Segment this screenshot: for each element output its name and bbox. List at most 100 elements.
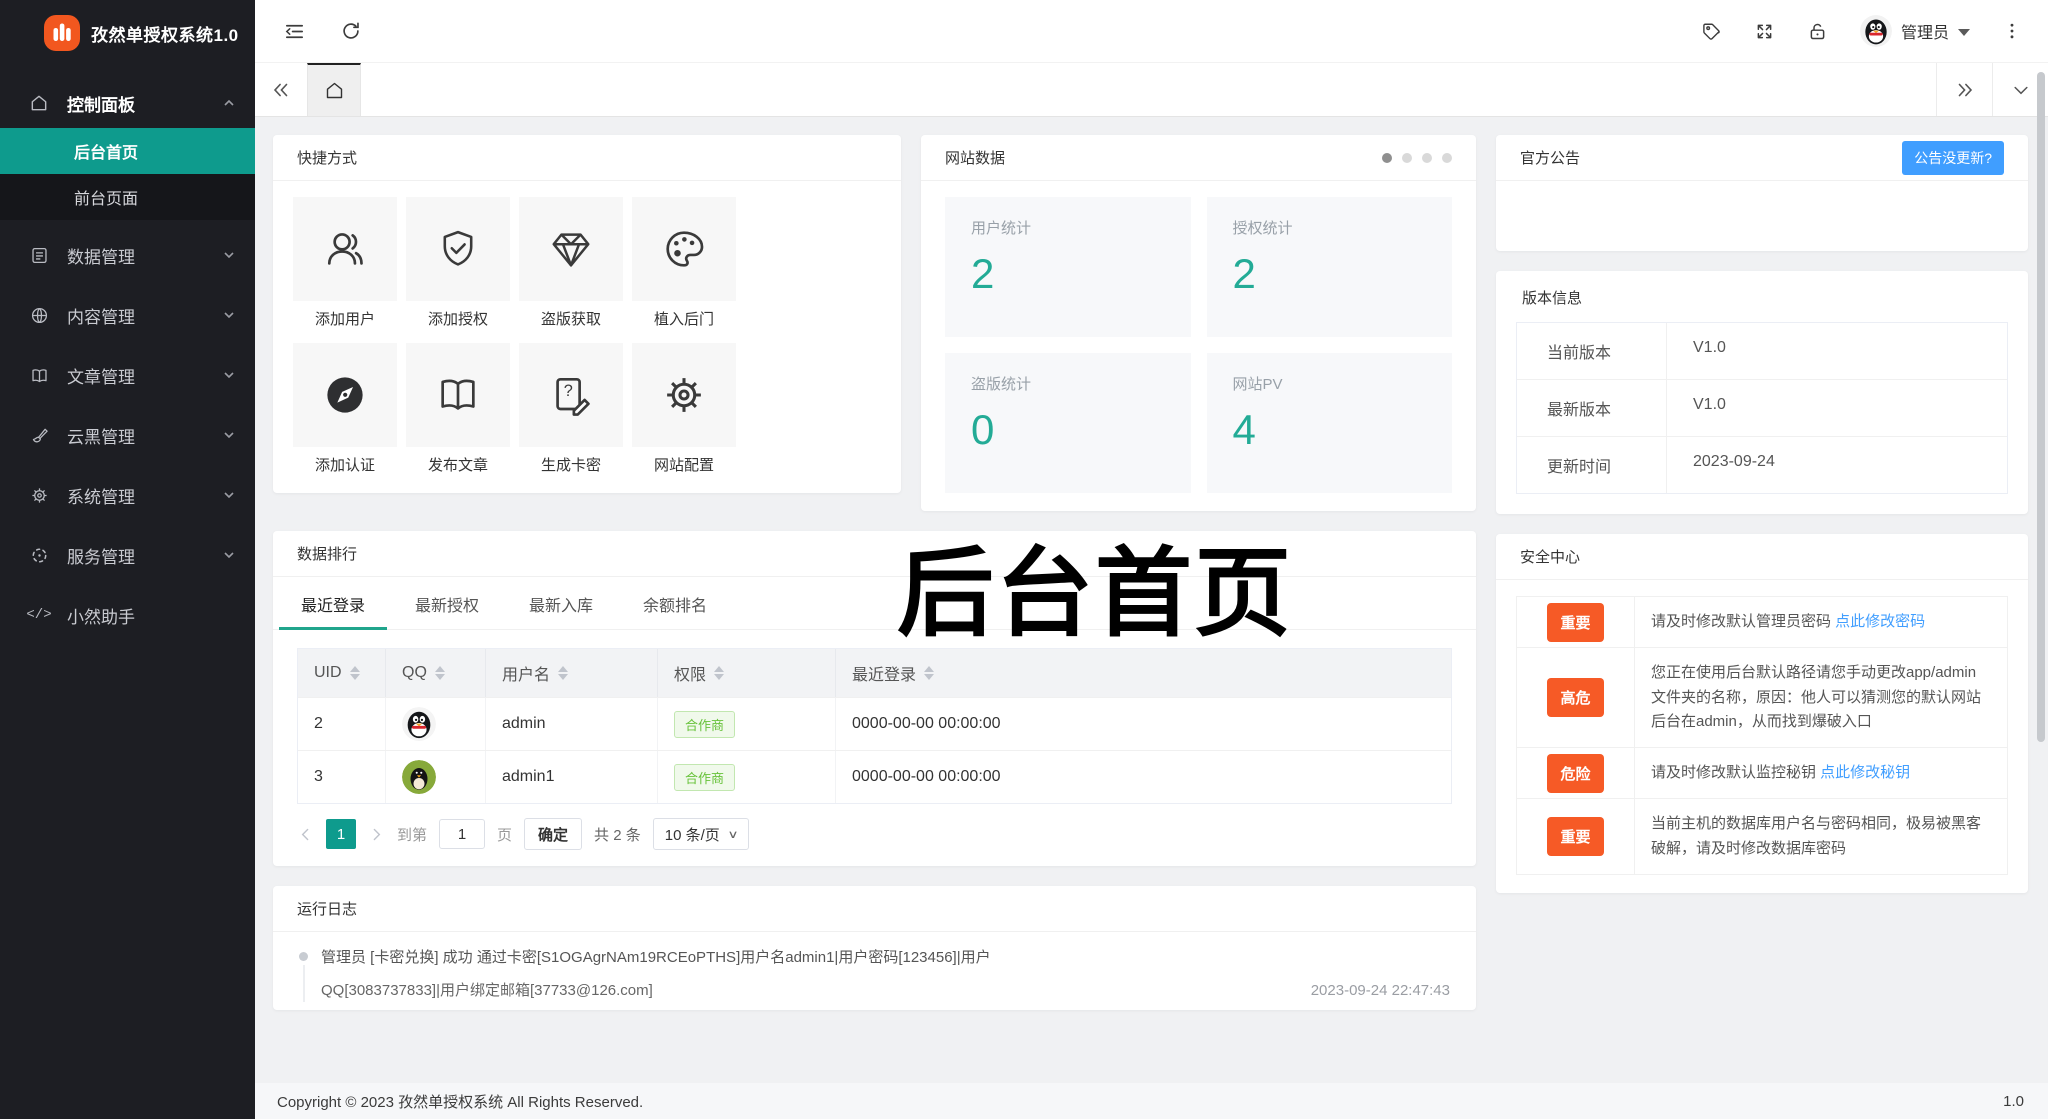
sidebar-item-data-management[interactable]: 数据管理 (0, 230, 255, 280)
footer-version: 1.0 (2003, 1092, 2024, 1110)
tabs-scroll-right-icon[interactable] (1936, 63, 1992, 116)
security-center-card: 安全中心 重要 请及时修改默认管理员密码 点此修改密码 高危 您正在使用后台默认… (1496, 534, 2028, 894)
unlock-icon[interactable] (1807, 21, 1828, 42)
chevron-down-icon: ∨ (727, 828, 739, 841)
card-title: 快捷方式 (297, 150, 358, 167)
user-avatar (1859, 15, 1892, 47)
chevron-down-icon (223, 549, 235, 561)
diamond-icon (519, 197, 623, 301)
table-row: 更新时间 2023-09-24 (1517, 436, 2007, 493)
sidebar-item-assistant[interactable]: </> 小然助手 (0, 590, 255, 640)
sort-icon (924, 666, 935, 680)
pagination: 1 到第 1 页 确定 共 2 条 10 条/页 ∨ (273, 804, 1476, 866)
home-icon (28, 93, 50, 113)
sidebar-item-cloud-blacklist[interactable]: 云黑管理 (0, 410, 255, 460)
tab-latest-license[interactable]: 最新授权 (413, 577, 481, 629)
log-timestamp: 2023-09-24 22:47:43 (1310, 981, 1450, 999)
user-icon (293, 197, 397, 301)
table-row: 3 admin1 合作商 0000-00-00 00:00:00 (298, 750, 1451, 803)
more-menu-icon[interactable] (2002, 21, 2022, 41)
stat-licenses: 授权统计 2 (1206, 197, 1452, 337)
palette-icon (632, 197, 736, 301)
sidebar-item-content-management[interactable]: 内容管理 (0, 290, 255, 340)
carousel-dot[interactable] (1402, 152, 1412, 163)
fullscreen-icon[interactable] (1754, 21, 1775, 42)
compass-icon (293, 343, 397, 447)
column-header-role[interactable]: 权限 (658, 649, 836, 697)
role-badge: 合作商 (674, 710, 736, 738)
announcement-refresh-button[interactable]: 公告没更新? (1902, 140, 2004, 175)
carousel-dot[interactable] (1422, 152, 1432, 163)
sidebar-item-label: 小然助手 (67, 607, 135, 627)
page-unit-label: 页 (497, 826, 513, 844)
avatar (402, 707, 436, 741)
tabs-scroll-left-icon[interactable] (255, 63, 307, 116)
card-title: 版本信息 (1522, 290, 1583, 307)
collapse-sidebar-icon[interactable] (283, 20, 306, 43)
refresh-icon[interactable] (340, 20, 362, 42)
content: 快捷方式 添加用户 添加授权 盗版获取 植入后门 添加认证 发布文章 ? 生成卡… (255, 117, 2048, 1083)
column-header-qq[interactable]: QQ (386, 649, 486, 697)
shortcut-add-auth[interactable]: 添加认证 (293, 343, 397, 475)
sidebar-item-control-panel[interactable]: 控制面板 (0, 78, 255, 128)
gear-icon (28, 486, 50, 505)
sidebar-item-label: 内容管理 (67, 307, 135, 327)
shortcut-backdoor[interactable]: 植入后门 (632, 197, 736, 329)
page-number-button[interactable]: 1 (326, 819, 356, 849)
security-item: 高危 您正在使用后台默认路径请您手动更改app/admin文件夹的名称，原因：他… (1517, 647, 2007, 748)
tab-latest-storage[interactable]: 最新入库 (527, 577, 595, 629)
chevron-down-icon (223, 309, 235, 321)
user-menu[interactable]: 管理员 (1859, 15, 1970, 47)
tab-home[interactable] (307, 63, 361, 116)
caret-down-icon (1958, 28, 1970, 36)
version-table: 当前版本 V1.0 最新版本 V1.0 更新时间 2023-09-24 (1516, 322, 2008, 494)
card-title: 官方公告 (1520, 150, 1581, 167)
sidebar-item-label: 系统管理 (67, 487, 135, 507)
next-page-icon[interactable] (368, 826, 385, 843)
shortcut-publish-article[interactable]: 发布文章 (406, 343, 510, 475)
sidebar-item-label: 服务管理 (67, 547, 135, 567)
sidebar-item-frontend-page[interactable]: 前台页面 (0, 174, 255, 220)
carousel-dot[interactable] (1382, 152, 1392, 163)
change-password-link[interactable]: 点此修改密码 (1835, 613, 1925, 630)
tab-recent-login[interactable]: 最近登录 (278, 577, 388, 630)
tag-icon[interactable] (1701, 21, 1722, 42)
column-header-uid[interactable]: UID (298, 649, 386, 697)
severity-badge: 重要 (1547, 602, 1604, 642)
severity-badge: 高危 (1547, 678, 1604, 718)
sidebar: 孜然单授权系统1.0 控制面板 后台首页 前台页面 数据管理 内容管理 文章管理… (0, 0, 255, 1119)
confirm-button[interactable]: 确定 (524, 818, 583, 850)
shield-check-icon (406, 197, 510, 301)
prev-page-icon[interactable] (297, 826, 314, 843)
tab-balance-rank[interactable]: 余额排名 (641, 577, 709, 629)
shortcut-piracy-fetch[interactable]: 盗版获取 (519, 197, 623, 329)
loader-icon (28, 546, 50, 565)
sidebar-item-article-management[interactable]: 文章管理 (0, 350, 255, 400)
page-size-select[interactable]: 10 条/页 ∨ (652, 818, 749, 850)
chevron-down-icon (223, 429, 235, 441)
table-row: 当前版本 V1.0 (1517, 323, 2007, 379)
column-header-last-login[interactable]: 最近登录 (836, 649, 1451, 697)
shortcut-add-user[interactable]: 添加用户 (293, 197, 397, 329)
goto-page-input[interactable]: 1 (439, 819, 486, 849)
tabbar (255, 62, 2048, 117)
column-header-username[interactable]: 用户名 (486, 649, 658, 697)
scrollbar-thumb[interactable] (2037, 72, 2045, 742)
carousel-dots[interactable] (1382, 152, 1452, 163)
stat-piracy: 盗版统计 0 (945, 353, 1191, 493)
change-secret-link[interactable]: 点此修改秘钥 (1820, 764, 1910, 781)
log-entry: 管理员 [卡密兑换] 成功 通过卡密[S1OGAgrNAm19RCEoPTHS]… (273, 932, 1476, 1002)
announcement-card: 官方公告 公告没更新? (1496, 135, 2028, 251)
sidebar-item-system-management[interactable]: 系统管理 (0, 470, 255, 520)
shortcut-site-config[interactable]: 网站配置 (632, 343, 736, 475)
shortcut-generate-key[interactable]: ? 生成卡密 (519, 343, 623, 475)
sort-icon (558, 666, 569, 680)
gear-icon (632, 343, 736, 447)
sidebar-item-backend-home[interactable]: 后台首页 (0, 128, 255, 174)
security-item: 重要 请及时修改默认管理员密码 点此修改密码 (1517, 597, 2007, 648)
shortcut-add-license[interactable]: 添加授权 (406, 197, 510, 329)
sidebar-item-service-management[interactable]: 服务管理 (0, 530, 255, 580)
carousel-dot[interactable] (1442, 152, 1452, 163)
log-line: 管理员 [卡密兑换] 成功 通过卡密[S1OGAgrNAm19RCEoPTHS]… (321, 949, 991, 966)
security-table: 重要 请及时修改默认管理员密码 点此修改密码 高危 您正在使用后台默认路径请您手… (1516, 596, 2008, 876)
